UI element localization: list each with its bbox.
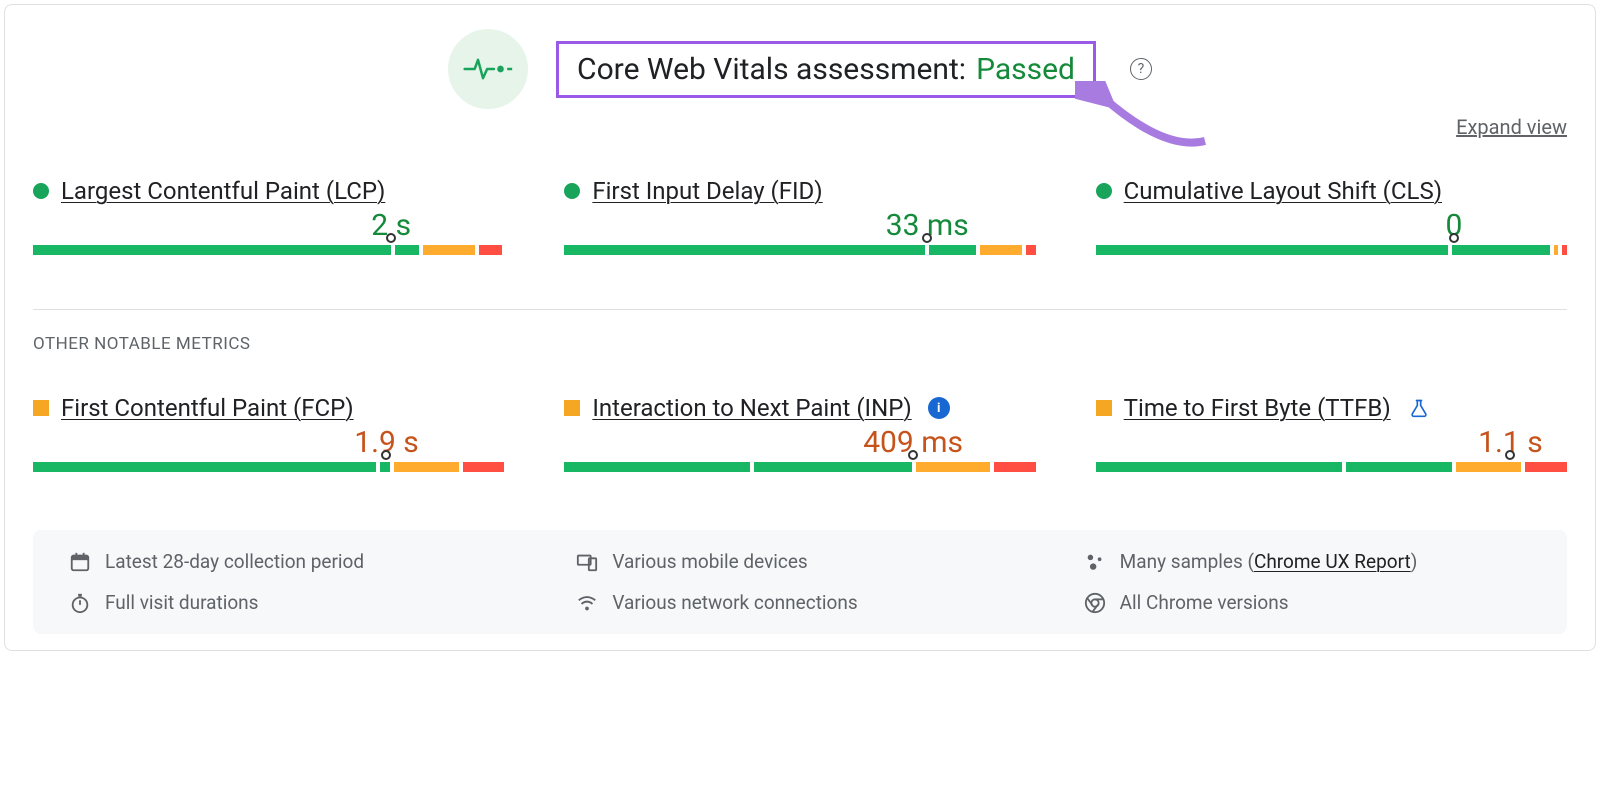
assessment-header: Core Web Vitals assessment: Passed ? [33,29,1567,109]
status-dot-icon [564,183,580,199]
metric-name-link[interactable]: Time to First Byte (TTFB) [1124,394,1391,422]
metric-bar [33,245,504,265]
footer-versions-text: All Chrome versions [1120,591,1289,614]
info-icon[interactable]: i [928,397,950,419]
footer-durations-text: Full visit durations [105,591,258,614]
footer-network: Various network connections [576,591,1023,614]
marker-icon [1505,450,1515,460]
footer-samples-text: Many samples (Chrome UX Report) [1120,550,1418,573]
marker-icon [1449,233,1459,243]
assessment-title-box: Core Web Vitals assessment: Passed [556,41,1096,98]
footer-devices-text: Various mobile devices [612,550,807,573]
metric: Largest Contentful Paint (LCP)2 s [33,177,504,265]
section-divider [33,309,1567,310]
marker-icon [386,233,396,243]
help-icon[interactable]: ? [1130,58,1152,80]
status-dot-icon [1096,183,1112,199]
metric: Cumulative Layout Shift (CLS)0 [1096,177,1567,265]
metric: Time to First Byte (TTFB)1.1 s [1096,394,1567,482]
footer-network-text: Various network connections [612,591,857,614]
footer-devices: Various mobile devices [576,550,1023,573]
metric-name-link[interactable]: First Contentful Paint (FCP) [61,394,354,422]
pulse-icon [448,29,528,109]
status-square-icon [33,400,49,416]
metric-title-row: First Input Delay (FID) [564,177,1035,205]
chrome-icon [1084,592,1106,614]
samples-icon [1084,551,1106,573]
status-square-icon [564,400,580,416]
other-metrics-grid: First Contentful Paint (FCP)1.9 s Interac… [33,394,1567,482]
metric: First Contentful Paint (FCP)1.9 s [33,394,504,482]
marker-icon [381,450,391,460]
expand-view-link[interactable]: Expand view [1456,115,1567,139]
devices-icon [576,551,598,573]
core-web-vitals-card: Core Web Vitals assessment: Passed ? Exp… [4,4,1596,651]
metric-bar [564,245,1035,265]
metric-title-row: Cumulative Layout Shift (CLS) [1096,177,1567,205]
metric-name-link[interactable]: Interaction to Next Paint (INP) [592,394,911,422]
metric-bar [1096,245,1567,265]
footer-strip: Latest 28-day collection period Various … [33,530,1567,634]
metric-title-row: Time to First Byte (TTFB) [1096,394,1567,422]
core-metrics-grid: Largest Contentful Paint (LCP)2 s First I… [33,177,1567,265]
footer-period-text: Latest 28-day collection period [105,550,364,573]
wifi-icon [576,592,598,614]
metric-bar [33,462,504,482]
metric-title-row: First Contentful Paint (FCP) [33,394,504,422]
metric: First Input Delay (FID)33 ms [564,177,1035,265]
other-metrics-heading: OTHER NOTABLE METRICS [33,334,1567,354]
metric-title-row: Interaction to Next Paint (INP) i [564,394,1035,422]
flask-icon[interactable] [1409,398,1429,418]
footer-durations: Full visit durations [69,591,516,614]
marker-icon [908,450,918,460]
metric-title-row: Largest Contentful Paint (LCP) [33,177,504,205]
metric-bar [564,462,1035,482]
marker-icon [922,233,932,243]
metric-name-link[interactable]: First Input Delay (FID) [592,177,822,205]
status-dot-icon [33,183,49,199]
metric: Interaction to Next Paint (INP)i409 ms [564,394,1035,482]
footer-samples: Many samples (Chrome UX Report) [1084,550,1531,573]
stopwatch-icon [69,592,91,614]
footer-period: Latest 28-day collection period [69,550,516,573]
assessment-status: Passed [976,52,1075,87]
metric-name-link[interactable]: Largest Contentful Paint (LCP) [61,177,385,205]
chrome-ux-report-link[interactable]: Chrome UX Report [1254,550,1411,573]
calendar-icon [69,551,91,573]
footer-versions: All Chrome versions [1084,591,1531,614]
status-square-icon [1096,400,1112,416]
assessment-label: Core Web Vitals assessment: [577,52,966,87]
metric-name-link[interactable]: Cumulative Layout Shift (CLS) [1124,177,1442,205]
metric-bar [1096,462,1567,482]
